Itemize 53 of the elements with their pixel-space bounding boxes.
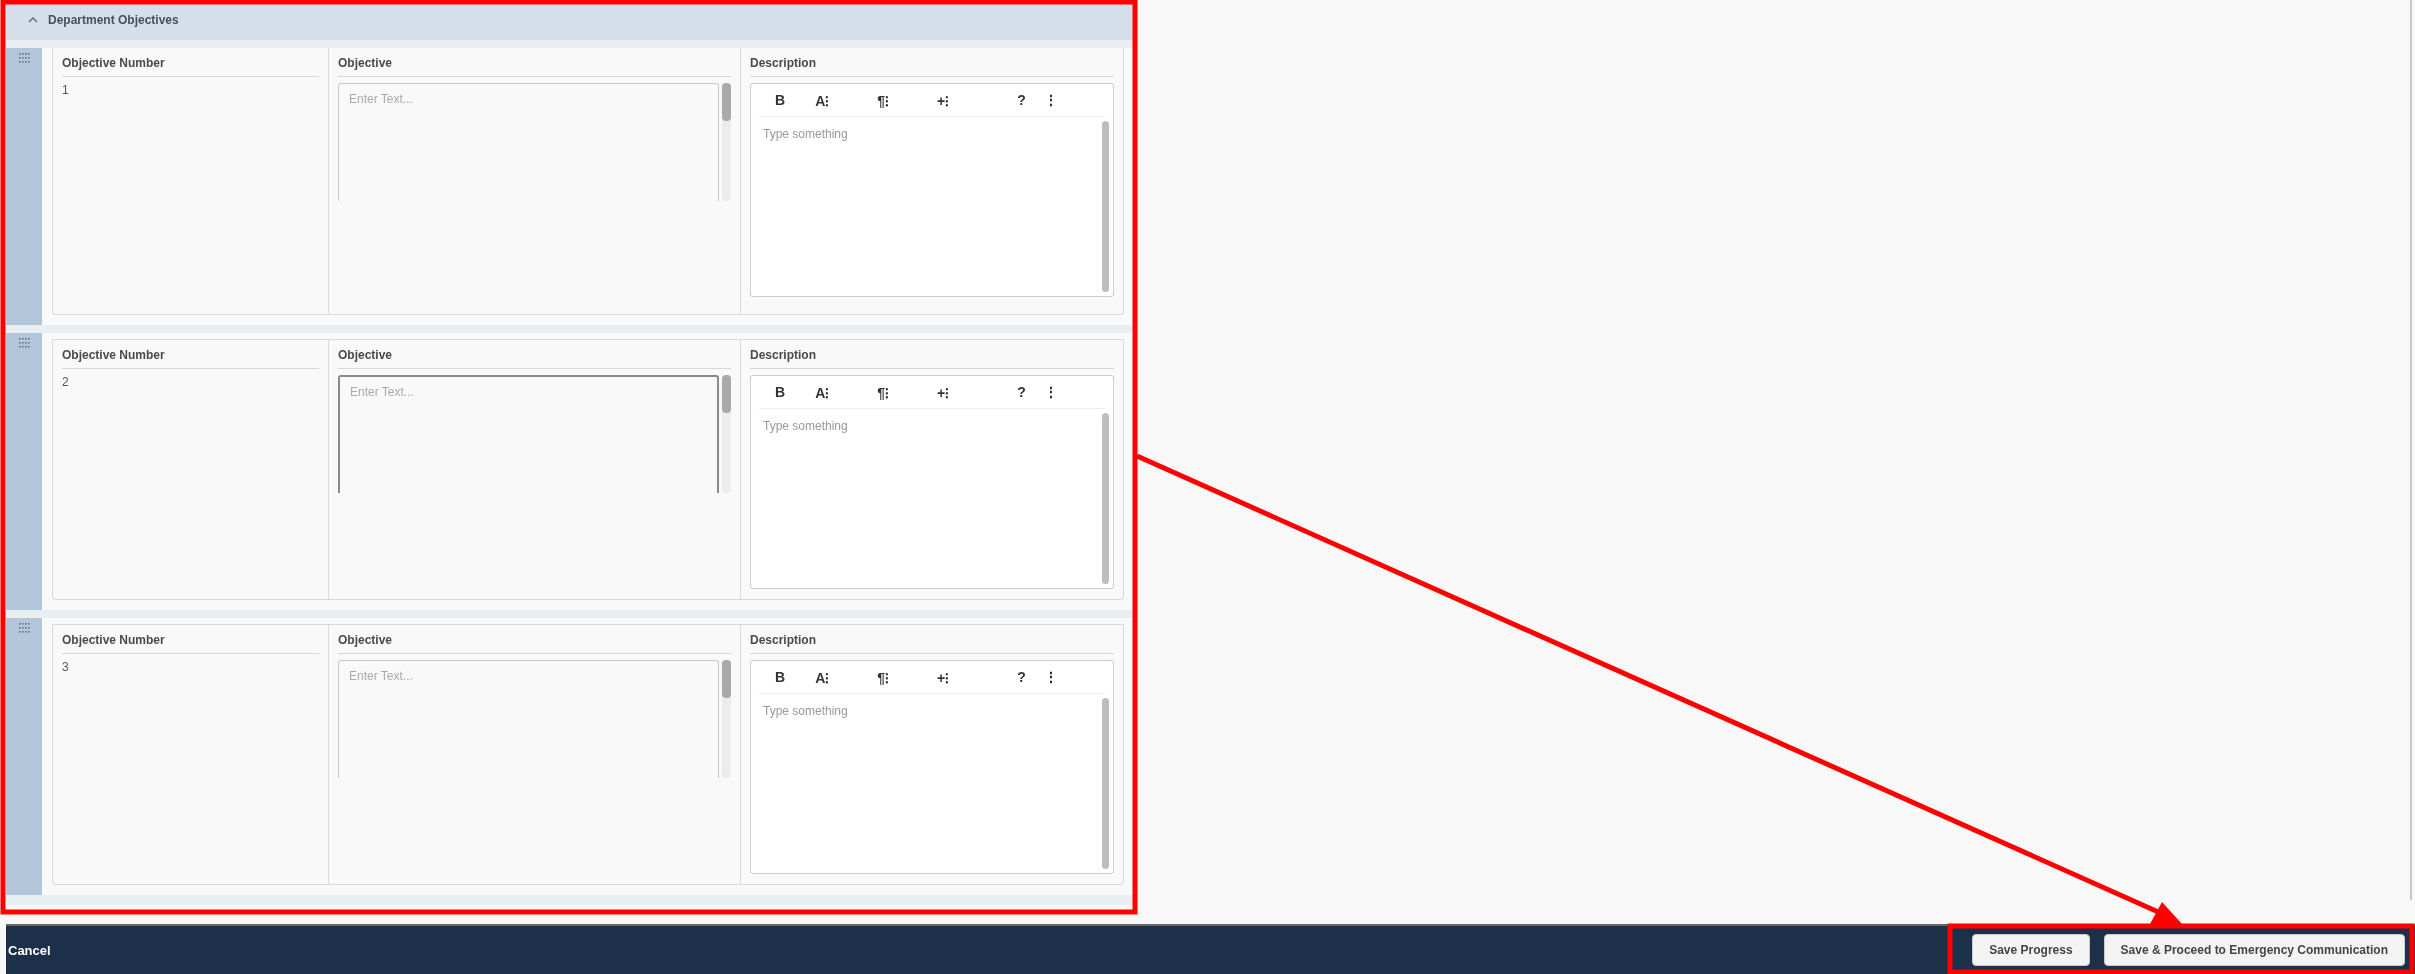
toolbar-button[interactable]: ¶⁝ xyxy=(873,90,894,110)
toolbar-button[interactable]: ? xyxy=(1013,669,1030,685)
toolbar-button[interactable]: ⋮ xyxy=(1039,669,1062,685)
toolbar-button[interactable]: B xyxy=(771,92,790,108)
objective-field[interactable]: Enter Text... xyxy=(338,375,719,493)
toolbar-button[interactable]: +⁝ xyxy=(933,667,954,687)
objective-number: 3 xyxy=(62,659,69,674)
toolbar-button[interactable]: ⋮ xyxy=(1039,384,1062,400)
objective-number: 2 xyxy=(62,374,69,389)
grip-icon xyxy=(18,52,30,64)
drag-handle[interactable] xyxy=(6,618,42,895)
drag-handle[interactable] xyxy=(6,48,42,325)
column-heading: Objective Number xyxy=(62,344,319,369)
scrollbar[interactable] xyxy=(722,83,731,201)
section-title: Department Objectives xyxy=(48,13,179,27)
toolbar-button[interactable]: ¶⁝ xyxy=(873,667,894,687)
page-scrollbar[interactable] xyxy=(2410,0,2412,900)
toolbar-button[interactable]: B xyxy=(771,384,790,400)
scrollbar-thumb[interactable] xyxy=(1102,413,1109,584)
toolbar-button[interactable]: ? xyxy=(1013,384,1030,400)
column-heading: Objective xyxy=(338,52,731,77)
toolbar-button[interactable]: ¶⁝ xyxy=(873,382,894,402)
rich-text-editor[interactable]: B A⁝ ¶⁝ +⁝ ? ⋮ Type something xyxy=(750,660,1114,874)
scrollbar-thumb[interactable] xyxy=(1102,698,1109,869)
rich-text-editor[interactable]: B A⁝ ¶⁝ +⁝ ? ⋮ Type something xyxy=(750,83,1114,297)
scrollbar[interactable] xyxy=(722,375,731,493)
grip-icon xyxy=(18,622,30,634)
objective-number: 1 xyxy=(62,82,69,97)
toolbar-button[interactable]: +⁝ xyxy=(933,382,954,402)
column-heading: Description xyxy=(750,344,1114,369)
cancel-button[interactable]: Cancel xyxy=(6,942,53,958)
scrollbar[interactable] xyxy=(722,660,731,778)
toolbar-button[interactable]: A⁝ xyxy=(811,667,834,687)
toolbar-button[interactable]: A⁝ xyxy=(811,90,834,110)
column-heading: Objective xyxy=(338,629,731,654)
column-heading: Objective xyxy=(338,344,731,369)
toolbar-button[interactable]: B xyxy=(771,669,790,685)
objective-field[interactable]: Enter Text... xyxy=(338,660,719,778)
objective-field[interactable]: Enter Text... xyxy=(338,83,719,201)
column-heading: Objective Number xyxy=(62,52,319,77)
rich-text-editor[interactable]: B A⁝ ¶⁝ +⁝ ? ⋮ Type something xyxy=(750,375,1114,589)
toolbar-button[interactable]: A⁝ xyxy=(811,382,834,402)
footer-button[interactable]: Save & Proceed to Emergency Communication xyxy=(2103,934,2405,966)
column-heading: Objective Number xyxy=(62,629,319,654)
toolbar-button[interactable]: +⁝ xyxy=(933,90,954,110)
toolbar-button[interactable]: ⋮ xyxy=(1039,92,1062,108)
column-heading: Description xyxy=(750,629,1114,654)
toolbar-button[interactable]: ? xyxy=(1013,92,1030,108)
scrollbar-thumb[interactable] xyxy=(1102,121,1109,292)
column-heading: Description xyxy=(750,52,1114,77)
grip-icon xyxy=(18,337,30,349)
footer-button[interactable]: Save Progress xyxy=(1972,934,2090,966)
drag-handle[interactable] xyxy=(6,333,42,610)
